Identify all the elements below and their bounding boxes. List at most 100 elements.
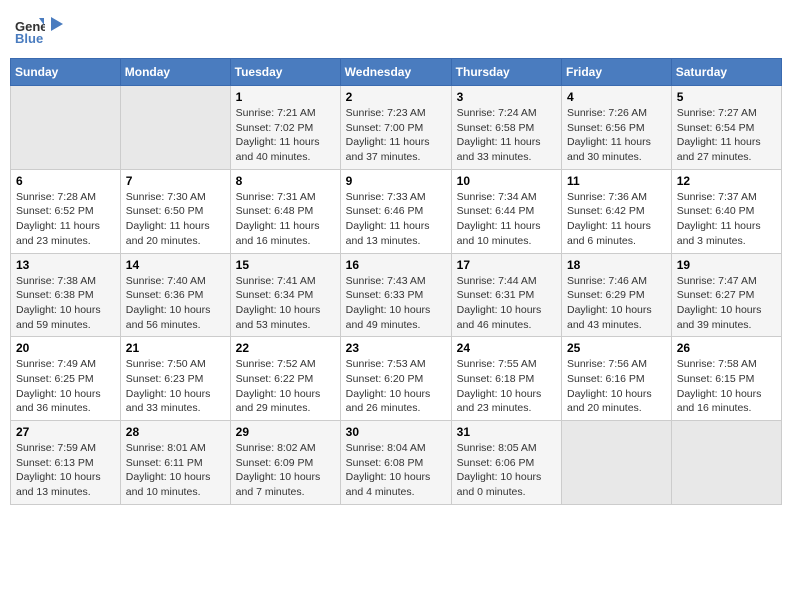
day-number: 24 xyxy=(457,341,556,355)
day-cell: 27 Sunrise: 7:59 AM Sunset: 6:13 PM Dayli… xyxy=(11,421,121,505)
day-number: 19 xyxy=(677,258,776,272)
day-info: Sunrise: 7:56 AM Sunset: 6:16 PM Dayligh… xyxy=(567,358,652,414)
day-info: Sunrise: 8:04 AM Sunset: 6:08 PM Dayligh… xyxy=(346,442,431,498)
day-cell: 29Sunrise: 8:02 AM Sunset: 6:09 PM Dayli… xyxy=(230,421,340,505)
day-cell: 10 Sunrise: 7:34 AM Sunset: 6:44 PM Dayli… xyxy=(451,169,561,253)
day-cell: 12Sunrise: 7:37 AM Sunset: 6:40 PM Dayli… xyxy=(671,169,781,253)
day-number: 5 xyxy=(677,90,776,104)
day-info: Sunrise: 7:49 AM Sunset: 6:25 PM Dayligh… xyxy=(16,358,101,414)
day-info: Sunrise: 8:05 AM Sunset: 6:06 PM Dayligh… xyxy=(457,442,542,498)
day-info: Sunrise: 8:01 AM Sunset: 6:11 PM Dayligh… xyxy=(126,442,211,498)
day-cell: 5 Sunrise: 7:27 AM Sunset: 6:54 PM Daylig… xyxy=(671,86,781,170)
day-info: Sunrise: 7:31 AM Sunset: 6:48 PM Dayligh… xyxy=(236,191,320,247)
day-number: 7 xyxy=(126,174,225,188)
day-info: Sunrise: 7:23 AM Sunset: 7:00 PM Dayligh… xyxy=(346,107,430,163)
week-row-3: 13 Sunrise: 7:38 AM Sunset: 6:38 PM Dayli… xyxy=(11,253,782,337)
day-number: 17 xyxy=(457,258,556,272)
day-number: 4 xyxy=(567,90,666,104)
col-header-sunday: Sunday xyxy=(11,59,121,86)
week-row-2: 6Sunrise: 7:28 AM Sunset: 6:52 PM Daylig… xyxy=(11,169,782,253)
day-info: Sunrise: 7:21 AM Sunset: 7:02 PM Dayligh… xyxy=(236,107,320,163)
col-header-wednesday: Wednesday xyxy=(340,59,451,86)
day-info: Sunrise: 7:41 AM Sunset: 6:34 PM Dayligh… xyxy=(236,275,321,331)
day-info: Sunrise: 7:34 AM Sunset: 6:44 PM Dayligh… xyxy=(457,191,541,247)
day-info: Sunrise: 7:59 AM Sunset: 6:13 PM Dayligh… xyxy=(16,442,101,498)
day-cell: 31 Sunrise: 8:05 AM Sunset: 6:06 PM Dayli… xyxy=(451,421,561,505)
day-number: 29 xyxy=(236,425,335,439)
day-info: Sunrise: 7:27 AM Sunset: 6:54 PM Dayligh… xyxy=(677,107,761,163)
col-header-saturday: Saturday xyxy=(671,59,781,86)
page-header: General Blue xyxy=(10,10,782,50)
day-cell: 15 Sunrise: 7:41 AM Sunset: 6:34 PM Dayli… xyxy=(230,253,340,337)
day-info: Sunrise: 7:53 AM Sunset: 6:20 PM Dayligh… xyxy=(346,358,431,414)
day-number: 23 xyxy=(346,341,446,355)
day-cell: 17 Sunrise: 7:44 AM Sunset: 6:31 PM Dayli… xyxy=(451,253,561,337)
day-cell xyxy=(11,86,121,170)
col-header-thursday: Thursday xyxy=(451,59,561,86)
day-info: Sunrise: 7:52 AM Sunset: 6:22 PM Dayligh… xyxy=(236,358,321,414)
day-number: 9 xyxy=(346,174,446,188)
day-number: 15 xyxy=(236,258,335,272)
day-number: 1 xyxy=(236,90,335,104)
day-number: 31 xyxy=(457,425,556,439)
day-cell: 8 Sunrise: 7:31 AM Sunset: 6:48 PM Daylig… xyxy=(230,169,340,253)
day-number: 26 xyxy=(677,341,776,355)
day-number: 20 xyxy=(16,341,115,355)
day-number: 30 xyxy=(346,425,446,439)
day-number: 8 xyxy=(236,174,335,188)
day-cell: 21Sunrise: 7:50 AM Sunset: 6:23 PM Dayli… xyxy=(120,337,230,421)
day-number: 22 xyxy=(236,341,335,355)
logo-icon: General Blue xyxy=(15,15,45,50)
col-header-monday: Monday xyxy=(120,59,230,86)
day-info: Sunrise: 7:24 AM Sunset: 6:58 PM Dayligh… xyxy=(457,107,541,163)
day-info: Sunrise: 7:33 AM Sunset: 6:46 PM Dayligh… xyxy=(346,191,430,247)
day-cell xyxy=(671,421,781,505)
day-cell: 28 Sunrise: 8:01 AM Sunset: 6:11 PM Dayli… xyxy=(120,421,230,505)
day-number: 6 xyxy=(16,174,115,188)
day-cell: 7 Sunrise: 7:30 AM Sunset: 6:50 PM Daylig… xyxy=(120,169,230,253)
day-cell: 26 Sunrise: 7:58 AM Sunset: 6:15 PM Dayli… xyxy=(671,337,781,421)
day-info: Sunrise: 7:26 AM Sunset: 6:56 PM Dayligh… xyxy=(567,107,651,163)
day-number: 14 xyxy=(126,258,225,272)
day-info: Sunrise: 7:38 AM Sunset: 6:38 PM Dayligh… xyxy=(16,275,101,331)
day-info: Sunrise: 7:47 AM Sunset: 6:27 PM Dayligh… xyxy=(677,275,762,331)
week-row-5: 27 Sunrise: 7:59 AM Sunset: 6:13 PM Dayli… xyxy=(11,421,782,505)
day-number: 10 xyxy=(457,174,556,188)
day-cell: 19 Sunrise: 7:47 AM Sunset: 6:27 PM Dayli… xyxy=(671,253,781,337)
header-row: SundayMondayTuesdayWednesdayThursdayFrid… xyxy=(11,59,782,86)
day-cell: 2 Sunrise: 7:23 AM Sunset: 7:00 PM Daylig… xyxy=(340,86,451,170)
day-info: Sunrise: 7:55 AM Sunset: 6:18 PM Dayligh… xyxy=(457,358,542,414)
day-number: 13 xyxy=(16,258,115,272)
day-cell: 20 Sunrise: 7:49 AM Sunset: 6:25 PM Dayli… xyxy=(11,337,121,421)
day-cell xyxy=(120,86,230,170)
day-cell: 4 Sunrise: 7:26 AM Sunset: 6:56 PM Daylig… xyxy=(562,86,672,170)
day-info: Sunrise: 7:40 AM Sunset: 6:36 PM Dayligh… xyxy=(126,275,211,331)
week-row-4: 20 Sunrise: 7:49 AM Sunset: 6:25 PM Dayli… xyxy=(11,337,782,421)
day-number: 2 xyxy=(346,90,446,104)
day-number: 27 xyxy=(16,425,115,439)
calendar-table: SundayMondayTuesdayWednesdayThursdayFrid… xyxy=(10,58,782,505)
day-cell: 11 Sunrise: 7:36 AM Sunset: 6:42 PM Dayli… xyxy=(562,169,672,253)
day-number: 3 xyxy=(457,90,556,104)
day-info: Sunrise: 7:58 AM Sunset: 6:15 PM Dayligh… xyxy=(677,358,762,414)
day-cell: 18 Sunrise: 7:46 AM Sunset: 6:29 PM Dayli… xyxy=(562,253,672,337)
day-cell: 24 Sunrise: 7:55 AM Sunset: 6:18 PM Dayli… xyxy=(451,337,561,421)
day-cell: 16Sunrise: 7:43 AM Sunset: 6:33 PM Dayli… xyxy=(340,253,451,337)
day-info: Sunrise: 7:36 AM Sunset: 6:42 PM Dayligh… xyxy=(567,191,651,247)
day-cell: 14 Sunrise: 7:40 AM Sunset: 6:36 PM Dayli… xyxy=(120,253,230,337)
day-cell: 1 Sunrise: 7:21 AM Sunset: 7:02 PM Daylig… xyxy=(230,86,340,170)
day-info: Sunrise: 7:43 AM Sunset: 6:33 PM Dayligh… xyxy=(346,275,431,331)
logo-arrow-icon xyxy=(47,15,65,33)
day-info: Sunrise: 7:44 AM Sunset: 6:31 PM Dayligh… xyxy=(457,275,542,331)
col-header-tuesday: Tuesday xyxy=(230,59,340,86)
logo: General Blue xyxy=(15,15,65,50)
day-info: Sunrise: 7:30 AM Sunset: 6:50 PM Dayligh… xyxy=(126,191,210,247)
day-number: 28 xyxy=(126,425,225,439)
day-cell: 6Sunrise: 7:28 AM Sunset: 6:52 PM Daylig… xyxy=(11,169,121,253)
day-number: 18 xyxy=(567,258,666,272)
col-header-friday: Friday xyxy=(562,59,672,86)
day-number: 11 xyxy=(567,174,666,188)
day-cell: 25Sunrise: 7:56 AM Sunset: 6:16 PM Dayli… xyxy=(562,337,672,421)
day-info: Sunrise: 7:37 AM Sunset: 6:40 PM Dayligh… xyxy=(677,191,761,247)
day-info: Sunrise: 7:46 AM Sunset: 6:29 PM Dayligh… xyxy=(567,275,652,331)
